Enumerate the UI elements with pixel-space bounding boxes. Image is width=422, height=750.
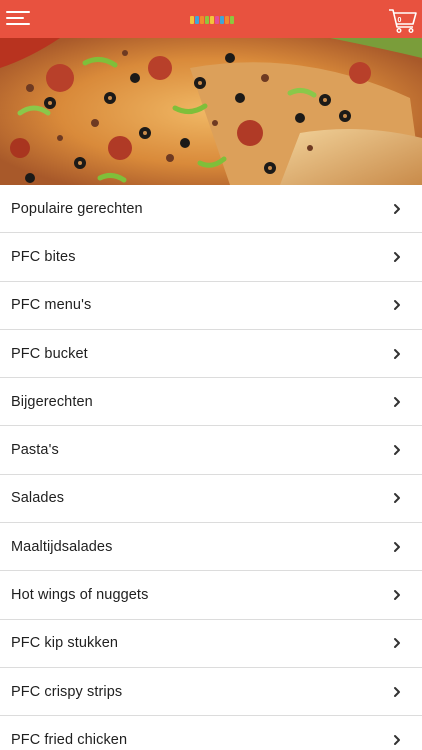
category-label: PFC menu's bbox=[11, 297, 92, 314]
category-list: Populaire gerechten PFC bites PFC menu's PF… bbox=[0, 185, 422, 750]
category-item[interactable]: PFC bites bbox=[0, 233, 422, 282]
category-label: Maaltijdsalades bbox=[11, 538, 113, 555]
hero-banner bbox=[0, 38, 422, 185]
chevron-right-icon bbox=[394, 251, 400, 262]
category-item[interactable]: Maaltijdsalades bbox=[0, 523, 422, 572]
chevron-right-icon bbox=[394, 493, 400, 504]
category-label: Populaire gerechten bbox=[11, 200, 143, 217]
category-item[interactable]: Bijgerechten bbox=[0, 378, 422, 427]
cart-button[interactable]: 0 bbox=[388, 4, 418, 34]
chevron-right-icon bbox=[394, 590, 400, 601]
category-label: PFC bucket bbox=[11, 345, 88, 362]
category-item[interactable]: PFC fried chicken bbox=[0, 716, 422, 750]
category-label: Hot wings of nuggets bbox=[11, 587, 149, 604]
category-item[interactable]: PFC bucket bbox=[0, 329, 422, 379]
category-item[interactable]: Hot wings of nuggets bbox=[0, 571, 422, 620]
category-item[interactable]: Pasta's bbox=[0, 426, 422, 475]
category-item[interactable]: PFC menu's bbox=[0, 281, 422, 330]
chevron-right-icon bbox=[394, 445, 400, 456]
category-label: PFC crispy strips bbox=[11, 683, 123, 700]
category-label: Salades bbox=[11, 490, 65, 507]
category-item[interactable]: Salades bbox=[0, 474, 422, 524]
chevron-right-icon bbox=[394, 348, 400, 359]
chevron-right-icon bbox=[394, 396, 400, 407]
category-label: PFC kip stukken bbox=[11, 635, 119, 652]
category-item[interactable]: Populaire gerechten bbox=[0, 185, 422, 234]
top-bar: 0 bbox=[0, 0, 422, 38]
chevron-right-icon bbox=[394, 638, 400, 649]
category-item[interactable]: PFC crispy strips bbox=[0, 667, 422, 717]
chevron-right-icon bbox=[394, 686, 400, 697]
category-label: PFC fried chicken bbox=[11, 731, 128, 748]
chevron-right-icon bbox=[394, 541, 400, 552]
chevron-right-icon bbox=[394, 734, 400, 745]
pizza-banner-image bbox=[0, 38, 422, 185]
app-screen: 0 Populaire gerechten PFC bites PFC menu… bbox=[0, 0, 422, 750]
chevron-right-icon bbox=[394, 203, 400, 214]
category-label: PFC bites bbox=[11, 248, 76, 265]
category-label: Pasta's bbox=[11, 442, 59, 459]
chevron-right-icon bbox=[394, 300, 400, 311]
cart-count-badge: 0 bbox=[397, 17, 402, 24]
app-logo bbox=[190, 15, 234, 25]
hamburger-menu-icon[interactable] bbox=[6, 9, 32, 29]
category-item[interactable]: PFC kip stukken bbox=[0, 619, 422, 668]
category-label: Bijgerechten bbox=[11, 393, 93, 410]
